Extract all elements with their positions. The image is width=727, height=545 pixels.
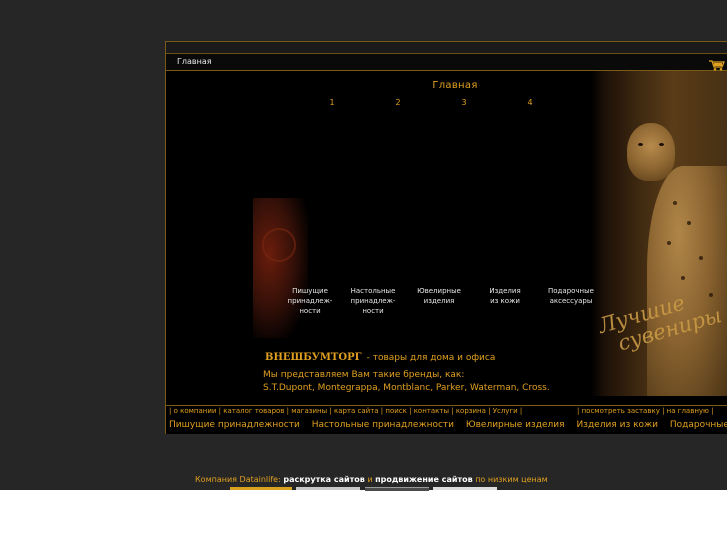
brand-name: ВНЕШБУМТОРГ <box>265 352 362 363</box>
category-bar: Пишущие принадлежности Настольные принад… <box>166 418 727 432</box>
counter-banner[interactable] <box>433 487 497 490</box>
cheetah-image: Лучшие сувениры <box>591 71 727 396</box>
nav-link-contacts[interactable]: контакты <box>414 407 449 415</box>
category-label-line: изделия <box>423 297 455 305</box>
slider-number-3[interactable]: 3 <box>454 98 474 107</box>
breadcrumb-bar: Главная <box>166 54 727 71</box>
category-label-line: принадлеж- <box>287 297 333 305</box>
cheetah-spot <box>681 276 685 280</box>
brand-line: ВНЕШБУМТОРГ - товары для дома и офиса <box>265 345 495 364</box>
category-label-line: Пишущие <box>292 287 328 295</box>
cheetah-eye-right <box>659 143 664 146</box>
category-label-gifts[interactable]: Подарочные аксессуары <box>541 286 601 306</box>
category-links: Пишущие принадлежности Настольные принад… <box>169 420 727 430</box>
category-link-leather[interactable]: Изделия из кожи <box>576 420 658 430</box>
slider-number-1[interactable]: 1 <box>322 98 342 107</box>
top-strip <box>166 42 727 54</box>
cheetah-spot <box>687 221 691 225</box>
nav-link-catalog[interactable]: каталог товаров <box>223 407 284 415</box>
site-frame: Главная Главная 1 2 3 4 5 <box>165 41 727 434</box>
brand-tagline: - товары для дома и офиса <box>366 353 496 363</box>
category-link-jewelry[interactable]: Ювелирные изделия <box>466 420 565 430</box>
cheetah-spot <box>699 256 703 260</box>
promo-link-seo[interactable]: продвижение сайтов <box>375 475 473 484</box>
category-label-line: из кожи <box>490 297 520 305</box>
hero-stage: Главная 1 2 3 4 5 Лучшие сувениры Пишущи… <box>166 71 727 405</box>
category-label-desk[interactable]: Настольные принадлеж- ности <box>343 286 403 316</box>
nav-link-intro[interactable]: посмотреть заставку <box>582 407 660 415</box>
category-label-line: принадлеж- <box>350 297 396 305</box>
counter-banner[interactable] <box>296 487 360 490</box>
category-label-line: Подарочные <box>548 287 594 295</box>
promo-middle: и <box>367 475 373 484</box>
nav-link-sitemap[interactable]: карта сайта <box>334 407 379 415</box>
product-photo-glow <box>253 198 308 338</box>
nav-link-stores[interactable]: магазины <box>291 407 327 415</box>
promo-link-promotion[interactable]: раскрутка сайтов <box>283 475 364 484</box>
promo-suffix: по низким ценам <box>475 475 548 484</box>
promo-line: Компания Datainlife: раскрутка сайтов и … <box>195 475 548 484</box>
category-label-line: Настольные <box>350 287 396 295</box>
category-label-jewelry[interactable]: Ювелирные изделия <box>409 286 469 306</box>
intro-line2: S.T.Dupont, Montegrappa, Montblanc, Park… <box>263 383 550 393</box>
cheetah-spot <box>673 201 677 205</box>
category-label-line: Изделия <box>489 287 521 295</box>
counter-banner[interactable] <box>365 487 429 491</box>
category-label-line: ности <box>362 307 384 315</box>
category-label-line: Ювелирные <box>417 287 461 295</box>
cheetah-head <box>627 123 675 181</box>
category-label-line: ности <box>299 307 321 315</box>
nav-link-home[interactable]: на главную <box>667 407 709 415</box>
nav-right: | посмотреть заставку | на главную | <box>577 407 714 415</box>
category-label-leather[interactable]: Изделия из кожи <box>475 286 535 306</box>
category-link-gifts[interactable]: Подарочные аксессуары <box>670 420 727 430</box>
intro-text: Мы представляем Вам такие бренды, как: S… <box>263 369 550 395</box>
slider-number-2[interactable]: 2 <box>388 98 408 107</box>
cheetah-spot <box>667 241 671 245</box>
category-link-desk[interactable]: Настольные принадлежности <box>312 420 454 430</box>
nav-link-search[interactable]: поиск <box>385 407 407 415</box>
breadcrumb[interactable]: Главная <box>177 57 212 66</box>
nav-link-about[interactable]: о компании <box>174 407 217 415</box>
category-label-writing[interactable]: Пишущие принадлеж- ности <box>280 286 340 316</box>
cheetah-eye-left <box>638 143 643 146</box>
nav-links: | о компании | каталог товаров | магазин… <box>169 407 523 415</box>
nav-bar: | о компании | каталог товаров | магазин… <box>166 405 727 419</box>
category-link-writing[interactable]: Пишущие принадлежности <box>169 420 300 430</box>
slider-number-4[interactable]: 4 <box>520 98 540 107</box>
promo-prefix: Компания Datainlife: <box>195 475 281 484</box>
nav-link-cart[interactable]: корзина <box>456 407 486 415</box>
product-photo-ring <box>262 228 296 262</box>
counter-banner[interactable] <box>230 487 292 490</box>
category-label-line: аксессуары <box>549 297 593 305</box>
nav-link-services[interactable]: Услуги <box>493 407 518 415</box>
intro-line1: Мы представляем Вам такие бренды, как: <box>263 370 465 380</box>
